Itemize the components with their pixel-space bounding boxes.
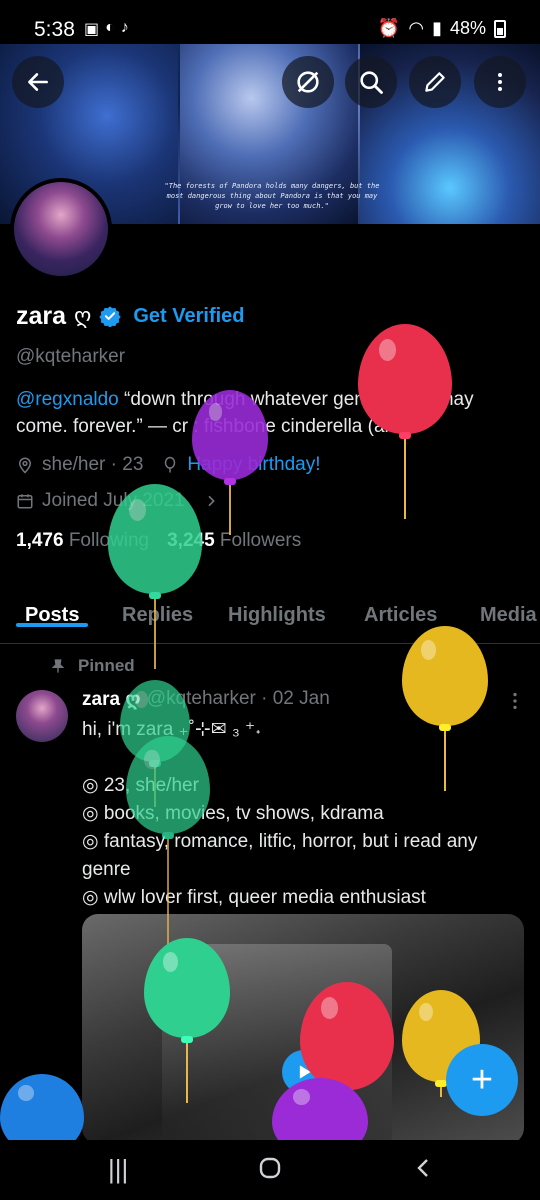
- post-more-icon[interactable]: [504, 690, 526, 712]
- battery-percent: 48%: [449, 18, 486, 38]
- name-row: zara ღ Get Verified: [16, 296, 526, 336]
- name-symbol: ღ: [74, 303, 92, 328]
- recents-icon[interactable]: |||: [108, 1154, 128, 1185]
- circle-slash-icon: [297, 71, 319, 93]
- notification-icons: ▣ ◐ ♪: [84, 19, 129, 39]
- bio-mention-link[interactable]: @regxnaldo: [16, 389, 119, 410]
- edit-button[interactable]: [409, 56, 461, 108]
- plus-icon: +: [470, 1058, 494, 1101]
- birthday-balloon-icon: [165, 456, 176, 473]
- pencil-icon: [425, 72, 445, 92]
- tab-highlights[interactable]: Highlights: [228, 592, 326, 627]
- followers-label: Followers: [219, 530, 302, 551]
- pinned-label: Pinned: [78, 656, 135, 675]
- more-vertical-icon: [498, 73, 502, 91]
- tiktok-icon: ♪: [120, 19, 129, 36]
- back-nav-icon[interactable]: [412, 1156, 436, 1180]
- grok-button[interactable]: [282, 56, 334, 108]
- following-count: 1,476: [16, 530, 64, 551]
- alarm-icon: ⏰: [377, 18, 401, 38]
- calendar-icon: [17, 494, 33, 509]
- profile-info: zara ღ Get Verified @kqteharker @regxnal…: [16, 296, 526, 552]
- pin-icon: [51, 659, 65, 673]
- signal-icon: ▮: [432, 18, 442, 38]
- compose-button[interactable]: +: [446, 1044, 518, 1116]
- joined-row[interactable]: Joined July 2021: [16, 490, 526, 512]
- banner-quote: "The forests of Pandora holds many dange…: [164, 182, 380, 210]
- display-name: zara: [16, 301, 67, 330]
- status-bar: 5:38 ▣ ◐ ♪ ⏰ ◠ ▮ 48%: [0, 0, 540, 44]
- status-time: 5:38: [34, 18, 75, 41]
- back-arrow-icon: [28, 73, 48, 91]
- profile-avatar[interactable]: [10, 178, 112, 280]
- pinned-indicator: Pinned: [50, 656, 135, 676]
- meta-row: she/her · 23 Happy birthday!: [16, 454, 526, 476]
- verified-badge-icon[interactable]: [99, 305, 121, 327]
- android-nav-bar: |||: [0, 1140, 540, 1200]
- follow-stats: 1,476 Following 3,245 Followers: [16, 530, 526, 552]
- sync-icon: ◐: [105, 19, 115, 36]
- wifi-icon: ◠: [408, 18, 425, 38]
- more-button[interactable]: [474, 56, 526, 108]
- location-icon: [18, 457, 32, 474]
- post-avatar[interactable]: [16, 690, 68, 742]
- battery-icon: [494, 19, 506, 38]
- system-icons: ⏰ ◠ ▮ 48%: [378, 18, 506, 39]
- tab-articles[interactable]: Articles: [364, 592, 437, 627]
- tab-posts[interactable]: Posts: [15, 592, 90, 627]
- pronouns-age: she/her · 23: [42, 454, 144, 475]
- post-header: zara ღ @kqteharker · 02 Jan: [82, 688, 330, 711]
- home-icon[interactable]: [258, 1156, 282, 1180]
- gallery-icon: ▣: [84, 21, 100, 38]
- search-icon: [360, 71, 383, 94]
- get-verified-link[interactable]: Get Verified: [133, 305, 244, 328]
- back-button[interactable]: [12, 56, 64, 108]
- search-button[interactable]: [345, 56, 397, 108]
- tab-media[interactable]: Media: [480, 592, 537, 627]
- chevron-right-icon: [208, 495, 215, 507]
